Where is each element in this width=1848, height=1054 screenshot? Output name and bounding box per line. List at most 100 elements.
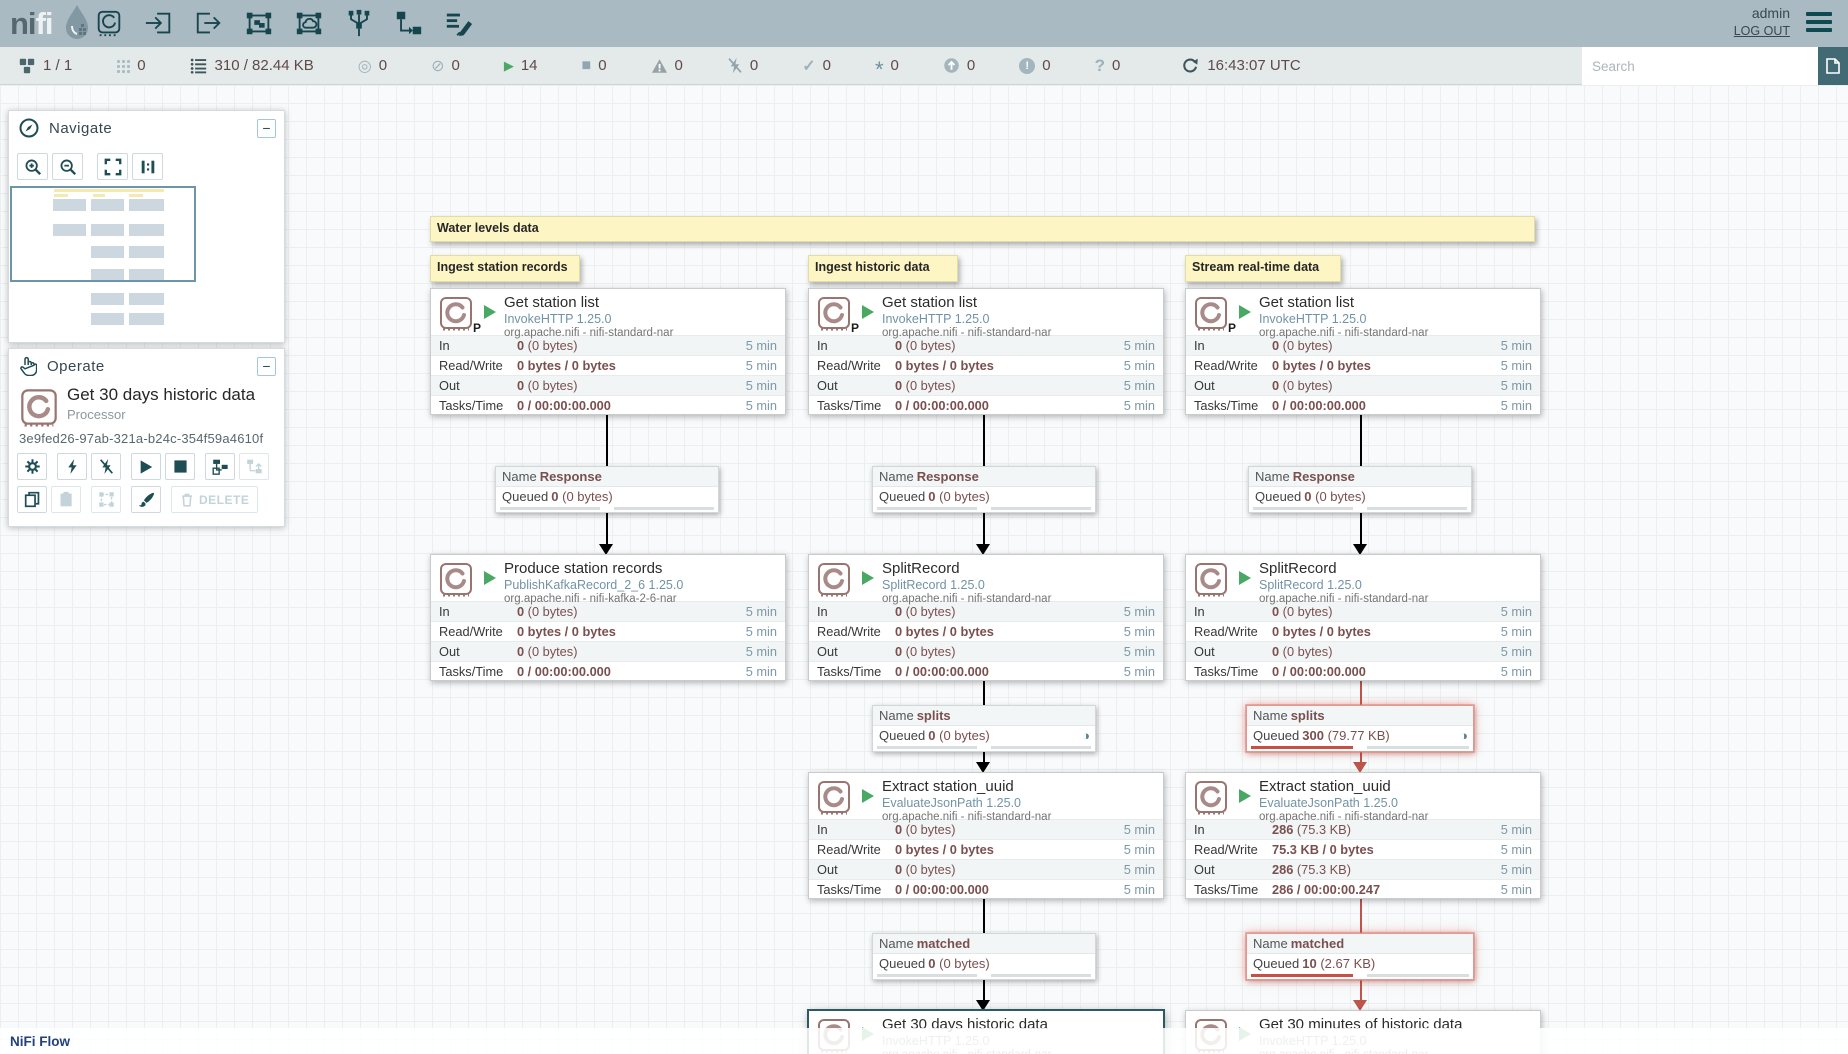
up-to-date-icon: ✓ (802, 56, 815, 76)
connection-label[interactable]: Namesplits Queued300 (79.77 KB)◑ (1246, 705, 1474, 752)
connection-label[interactable]: NameResponse Queued0 (0 bytes)◑ (1248, 466, 1472, 513)
connection-line (606, 415, 608, 466)
processor-stamp-icon: P (816, 295, 852, 331)
canvas-label[interactable]: Ingest station records (430, 255, 580, 282)
paste-button[interactable] (51, 486, 81, 513)
stat-row-tasks: Tasks/Time 0 / 00:00:00.000 5 min (431, 395, 785, 415)
minimap-viewport[interactable] (10, 186, 196, 282)
stat-row-readwrite: Read/Write 0 bytes / 0 bytes 5 min (1186, 355, 1540, 375)
canvas-label[interactable]: Stream real-time data (1185, 255, 1341, 282)
zoom-fit-button[interactable] (97, 153, 128, 180)
search-area (1582, 47, 1818, 85)
new-note-icon[interactable] (1818, 47, 1848, 85)
processor-header: P Produce station records PublishKafkaRe… (431, 555, 785, 601)
processor-node[interactable]: P SplitRecord SplitRecord 1.25.0 org.apa… (1185, 554, 1541, 681)
label-icon[interactable] (442, 6, 476, 40)
stat-row-readwrite: Read/Write 0 bytes / 0 bytes 5 min (809, 355, 1163, 375)
nifi-app: nifi (0, 0, 1848, 1054)
processor-node[interactable]: P Extract station_uuid EvaluateJsonPath … (808, 772, 1164, 899)
app-header: nifi (0, 0, 1848, 47)
connection-line (606, 511, 608, 544)
processor-node[interactable]: P Extract station_uuid EvaluateJsonPath … (1185, 772, 1541, 899)
remote-process-group-icon[interactable] (292, 6, 326, 40)
stat-row-out: Out 0 (0 bytes) 5 min (809, 859, 1163, 879)
connection-label[interactable]: Namematched Queued0 (0 bytes)◑ (872, 933, 1096, 980)
queue-count-bar (877, 746, 977, 749)
minimap-node-shape (129, 313, 164, 325)
processor-bundle: org.apache.nifi - nifi-standard-nar (1259, 327, 1428, 339)
canvas-label-text: Stream real-time data (1192, 260, 1319, 274)
refresh-time: 16:43:07 UTC (1207, 57, 1300, 74)
queued-items-icon (190, 57, 207, 74)
delete-button[interactable]: DELETE (171, 486, 258, 513)
copy-button[interactable] (17, 486, 47, 513)
navigate-header: Navigate − (9, 111, 284, 145)
stopped-icon: ■ (582, 57, 592, 75)
global-menu-icon[interactable] (1806, 12, 1832, 36)
stat-row-tasks: Tasks/Time 0 / 00:00:00.000 5 min (1186, 661, 1540, 681)
input-port-icon[interactable] (142, 6, 176, 40)
trash-icon (180, 492, 194, 507)
process-group-icon[interactable] (242, 6, 276, 40)
connection-label[interactable]: NameResponse Queued0 (0 bytes)◑ (872, 466, 1096, 513)
connection-label[interactable]: Namematched Queued10 (2.67 KB)◑ (1246, 933, 1474, 980)
zoom-actual-size-button[interactable] (132, 153, 163, 180)
breadcrumb-root[interactable]: NiFi Flow (10, 1034, 70, 1049)
search-input[interactable] (1582, 47, 1818, 85)
zoom-in-button[interactable] (17, 153, 48, 180)
template-icon[interactable] (392, 6, 426, 40)
stop-button[interactable] (165, 453, 195, 480)
processor-node[interactable]: P Produce station records PublishKafkaRe… (430, 554, 786, 681)
connection-label[interactable]: Namesplits Queued0 (0 bytes)◑ (872, 705, 1096, 752)
queue-count-bar (877, 974, 977, 977)
stat-row-out: Out 0 (0 bytes) 5 min (1186, 375, 1540, 395)
minimap-node-shape (91, 293, 124, 305)
queue-size-bar (991, 974, 1091, 977)
locally-modified-and-stale-status: ! 0 (1019, 57, 1050, 74)
collapse-navigate-button[interactable]: − (257, 119, 276, 138)
enable-button[interactable] (57, 453, 87, 480)
stat-row-tasks: Tasks/Time 0 / 00:00:00.000 5 min (809, 661, 1163, 681)
locally-modified-icon: * (875, 65, 884, 75)
processor-node[interactable]: P SplitRecord SplitRecord 1.25.0 org.apa… (808, 554, 1164, 681)
canvas-label-text: Water levels data (437, 221, 539, 235)
create-template-button[interactable] (205, 453, 235, 480)
queue-count-bar (877, 507, 977, 510)
minimap[interactable] (9, 185, 284, 342)
color-button[interactable] (131, 486, 161, 513)
connection-line (983, 681, 985, 705)
selected-component-id[interactable]: 3e9fed26-97ab-321a-b24c-354f59a4610f (19, 431, 263, 446)
processor-node[interactable]: P Get station list InvokeHTTP 1.25.0 org… (430, 288, 786, 415)
user-box: admin LOG OUT (1734, 5, 1790, 40)
processor-name: Extract station_uuid (1259, 778, 1428, 795)
queued-count: 0 (928, 728, 935, 743)
start-button[interactable] (131, 453, 161, 480)
processor-node[interactable]: P Get station list InvokeHTTP 1.25.0 org… (808, 288, 1164, 415)
queued-count: 10 (1302, 956, 1316, 971)
operate-actions-row-2: DELETE (17, 486, 258, 513)
upload-template-button[interactable] (239, 453, 269, 480)
canvas-label-text: Ingest historic data (815, 260, 930, 274)
processor-type: EvaluateJsonPath 1.25.0 (1259, 796, 1428, 810)
disable-button[interactable] (91, 453, 121, 480)
configuration-button[interactable] (17, 453, 47, 480)
running-indicator-icon (1239, 571, 1251, 585)
processor-node[interactable]: P Get station list InvokeHTTP 1.25.0 org… (1185, 288, 1541, 415)
collapse-operate-button[interactable]: − (257, 357, 276, 376)
status-bar: 1 / 1 0 310 / 82.44 KB ◎ 0 ⊘ 0 ▶ 14 ■ 0 … (0, 47, 1848, 85)
queue-size-bar (991, 746, 1091, 749)
processor-icon[interactable] (92, 6, 126, 40)
stat-row-readwrite: Read/Write 0 bytes / 0 bytes 5 min (1186, 621, 1540, 641)
canvas-label[interactable]: Ingest historic data (808, 255, 958, 282)
stat-row-readwrite: Read/Write 0 bytes / 0 bytes 5 min (431, 355, 785, 375)
minimap-node-shape (129, 293, 164, 305)
current-user: admin (1734, 5, 1790, 21)
connection-label[interactable]: NameResponse Queued0 (0 bytes)◑ (495, 466, 719, 513)
group-button[interactable] (91, 486, 121, 513)
canvas-label[interactable]: Water levels data (430, 216, 1535, 242)
output-port-icon[interactable] (192, 6, 226, 40)
dots-grid-status: 0 (116, 57, 145, 74)
zoom-out-button[interactable] (52, 153, 83, 180)
funnel-icon[interactable] (342, 6, 376, 40)
logout-link[interactable]: LOG OUT (1734, 24, 1790, 38)
